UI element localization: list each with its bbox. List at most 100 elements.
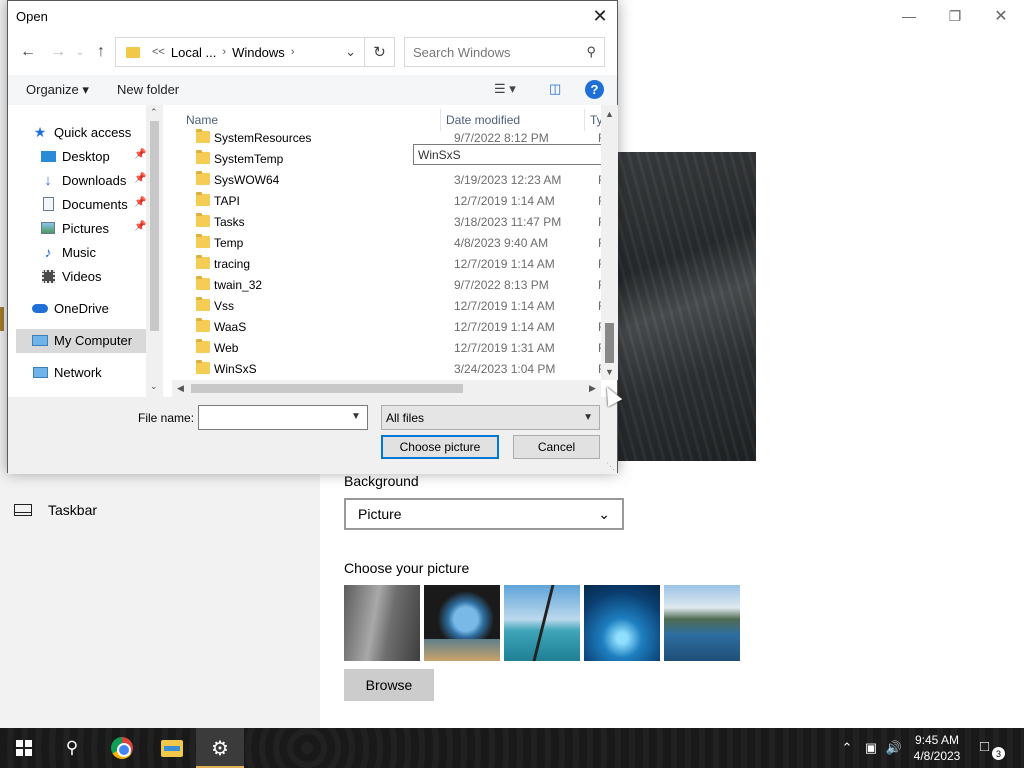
up-icon[interactable]: ↑ <box>91 41 111 63</box>
nav-item-music[interactable]: ♪ Music <box>40 241 96 263</box>
file-date: 3/19/2023 12:23 AM <box>454 173 562 187</box>
chrome-button[interactable] <box>98 728 146 768</box>
nav-item-pictures[interactable]: Pictures <box>40 217 109 239</box>
file-name: TAPI <box>214 194 240 208</box>
dialog-bottom-bar: File name: ▼ All files ▼ Choose picture … <box>8 397 617 474</box>
nav-item-downloads[interactable]: ↓ Downloads <box>40 169 126 191</box>
settings-button[interactable]: ⚙ <box>196 728 244 768</box>
browse-button[interactable]: Browse <box>344 669 434 701</box>
nav-item-desktop[interactable]: Desktop <box>40 145 110 167</box>
file-name: tracing <box>214 257 251 271</box>
cancel-button[interactable]: Cancel <box>513 435 600 459</box>
nav-scrollbar[interactable]: ⌃ ⌄ <box>146 105 163 397</box>
scroll-up-icon[interactable]: ⌃ <box>150 107 158 118</box>
nav-item-quick-access[interactable]: ★ Quick access <box>32 121 132 143</box>
nav-item-videos[interactable]: Videos <box>40 265 102 287</box>
file-row[interactable]: Vss12/7/2019 1:14 AMFi <box>172 295 608 316</box>
file-explorer-button[interactable] <box>148 728 196 768</box>
file-row[interactable]: tracing12/7/2019 1:14 AMFi <box>172 253 608 274</box>
organize-button[interactable]: Organize ▾ <box>26 82 89 98</box>
file-date: 12/7/2019 1:14 AM <box>454 257 555 271</box>
view-options-icon[interactable]: ☰ ▾ <box>494 81 516 97</box>
search-input[interactable]: Search Windows ⚲ <box>404 37 605 67</box>
windows-logo-icon <box>16 740 32 756</box>
show-hidden-icons-icon[interactable]: ⌃ <box>838 728 856 768</box>
file-row[interactable]: twain_329/7/2022 8:13 PMFi <box>172 274 608 295</box>
nav-item-my-computer[interactable]: My Computer <box>32 329 132 351</box>
nav-item-label: Desktop <box>62 148 110 164</box>
nav-item-network[interactable]: Network <box>32 361 102 383</box>
refresh-icon[interactable]: ↻ <box>365 37 395 67</box>
network-status-icon[interactable]: ▣ <box>860 728 882 768</box>
start-button[interactable] <box>0 728 48 768</box>
dialog-toolbar: Organize ▾ New folder ☰ ▾ ◫ ? <box>8 75 617 105</box>
picture-thumbnail[interactable] <box>664 585 740 661</box>
picture-thumbnail[interactable] <box>504 585 580 661</box>
horizontal-scrollbar-thumb[interactable] <box>191 384 463 393</box>
overflow-chevron-icon[interactable]: << <box>152 46 165 58</box>
file-name-input[interactable] <box>198 405 368 430</box>
preview-pane-icon[interactable]: ◫ <box>549 81 561 97</box>
file-name: Web <box>214 341 239 355</box>
file-row[interactable]: TAPI12/7/2019 1:14 AMFi <box>172 190 608 211</box>
breadcrumb-windows[interactable]: Windows <box>232 45 285 60</box>
forward-icon[interactable]: → <box>48 41 68 63</box>
background-select[interactable]: Picture ⌄ <box>344 498 624 530</box>
new-folder-button[interactable]: New folder <box>117 82 179 97</box>
network-icon <box>32 365 48 379</box>
file-row[interactable]: SysWOW643/19/2023 12:23 AMFi <box>172 169 608 190</box>
choose-picture-button[interactable]: Choose picture <box>381 435 499 459</box>
file-name: WinSxS <box>214 362 257 376</box>
breadcrumb-separator-icon[interactable]: › <box>222 46 226 58</box>
organize-label: Organize <box>26 82 79 97</box>
notifications-button[interactable]: □ 3 <box>980 738 1005 760</box>
file-list-vertical-scrollbar[interactable]: ▲ ▼ <box>601 105 618 380</box>
breadcrumb-separator-icon[interactable]: › <box>291 46 295 58</box>
nav-scrollbar-thumb[interactable] <box>150 121 159 331</box>
search-icon[interactable]: ⚲ <box>48 728 96 768</box>
file-type-filter[interactable]: All files ▼ <box>381 405 600 430</box>
nav-item-documents[interactable]: Documents <box>40 193 128 215</box>
video-icon <box>40 269 56 283</box>
dialog-titlebar[interactable]: Open ✕ <box>8 1 617 32</box>
file-name: Temp <box>214 236 244 250</box>
close-settings-button[interactable]: ✕ <box>978 0 1024 32</box>
file-row[interactable]: Tasks3/18/2023 11:47 PMFi <box>172 211 608 232</box>
nav-item-onedrive[interactable]: OneDrive <box>32 297 109 319</box>
navigation-pane: ★ Quick access Desktop 📌 ↓ Downloads 📌 D… <box>8 105 168 397</box>
scroll-down-icon[interactable]: ⌄ <box>150 381 158 392</box>
search-icon: ⚲ <box>586 44 596 59</box>
recent-locations-icon[interactable]: ⌄ <box>70 41 90 63</box>
back-icon[interactable]: ← <box>18 41 38 63</box>
picture-thumbnail[interactable] <box>584 585 660 661</box>
close-icon[interactable]: ✕ <box>587 3 613 29</box>
vertical-scrollbar-thumb[interactable] <box>605 323 614 363</box>
file-name-dropdown-icon[interactable]: ▼ <box>351 411 361 422</box>
file-date: 9/7/2022 8:13 PM <box>454 278 549 292</box>
file-row[interactable]: Temp4/8/2023 9:40 AMFi <box>172 232 608 253</box>
minimize-button[interactable]: — <box>886 0 932 32</box>
address-bar[interactable]: << Local ... › Windows › ⌄ <box>115 37 365 67</box>
volume-icon[interactable]: 🔊 <box>884 728 904 768</box>
file-name: SystemResources <box>214 131 312 145</box>
scroll-up-icon[interactable]: ▲ <box>601 105 618 122</box>
picture-thumbnail[interactable] <box>344 585 420 661</box>
picture-thumbnail[interactable] <box>424 585 500 661</box>
notification-badge: 3 <box>992 747 1005 760</box>
restore-button[interactable]: ❐ <box>932 0 978 32</box>
chrome-icon <box>111 737 133 759</box>
nav-item-label: Pictures <box>62 220 109 236</box>
breadcrumb-local-disk[interactable]: Local ... <box>171 45 217 60</box>
file-row[interactable]: WaaS12/7/2019 1:14 AMFi <box>172 316 608 337</box>
file-row[interactable]: WinSxS3/24/2023 1:04 PMFi <box>172 358 608 379</box>
scroll-left-icon[interactable]: ◀ <box>172 380 189 397</box>
scroll-down-icon[interactable]: ▼ <box>601 363 618 380</box>
file-list-horizontal-scrollbar[interactable]: ◀ ▶ <box>172 380 601 397</box>
scroll-right-icon[interactable]: ▶ <box>584 380 601 397</box>
address-dropdown-icon[interactable]: ⌄ <box>345 44 356 60</box>
file-row[interactable]: Web12/7/2019 1:31 AMFi <box>172 337 608 358</box>
resize-grip-icon[interactable]: ⋱ <box>606 461 615 472</box>
nav-item-taskbar[interactable]: Taskbar <box>14 502 97 518</box>
help-icon[interactable]: ? <box>585 80 604 99</box>
system-clock[interactable]: 9:45 AM 4/8/2023 <box>905 732 969 764</box>
